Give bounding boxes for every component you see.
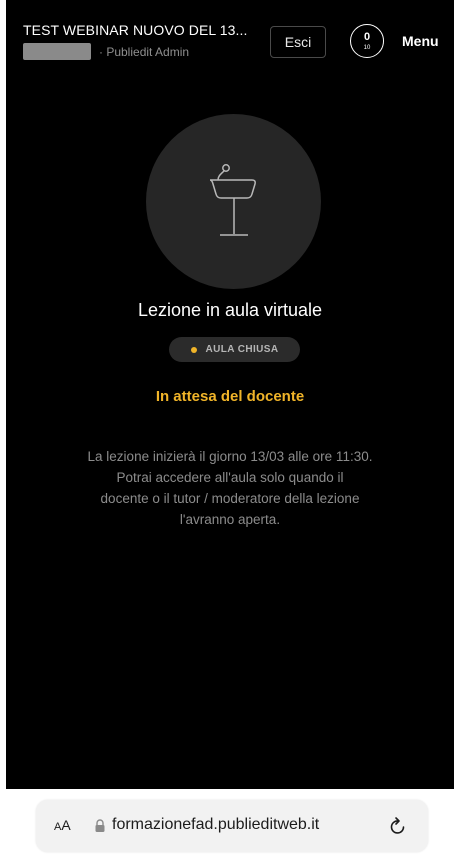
redacted-author-name [23,43,91,60]
info-line-4: l'avranno aperta. [179,512,281,527]
text-size-large: A [61,817,71,833]
course-title: TEST WEBINAR NUOVO DEL 13... [23,22,248,38]
info-line-1: La lezione inizierà il giorno 13/03 alle… [87,449,373,464]
progress-current: 0 [363,30,371,43]
lesson-info-text: La lezione inizierà il giorno 13/03 alle… [46,446,414,530]
lock-icon [95,819,105,832]
info-line-3: docente o il tutor / moderatore della le… [100,491,360,506]
author-role: · Publiedit Admin [99,44,190,59]
header: TEST WEBINAR NUOVO DEL 13... · Publiedit… [6,0,454,70]
exit-button[interactable]: Esci [270,26,326,58]
waiting-title: In attesa del docente [155,388,305,405]
status-badge: AULA CHIUSA [169,337,300,362]
lesson-icon-circle [146,114,321,289]
progress-total: 10 [363,44,371,51]
lectern-microphone-icon [209,163,256,236]
author-row: · Publiedit Admin [23,43,189,60]
progress-badge[interactable]: 0 10 [350,24,384,58]
info-line-2: Potrai accedere all'aula solo quando il [116,470,344,485]
reload-icon[interactable] [386,814,410,838]
status-dot [190,346,197,353]
menu-button[interactable]: Menu [402,33,439,49]
status-badge-label: AULA CHIUSA [205,344,279,355]
url-text[interactable]: formazionefad.publieditweb.it [112,816,319,834]
lesson-type-title: Lezione in aula virtuale [137,300,323,320]
text-size-button[interactable]: AA [54,817,71,833]
browser-address-bar[interactable]: AA formazionefad.publieditweb.it [36,800,428,852]
app-screen: TEST WEBINAR NUOVO DEL 13... · Publiedit… [6,0,454,789]
